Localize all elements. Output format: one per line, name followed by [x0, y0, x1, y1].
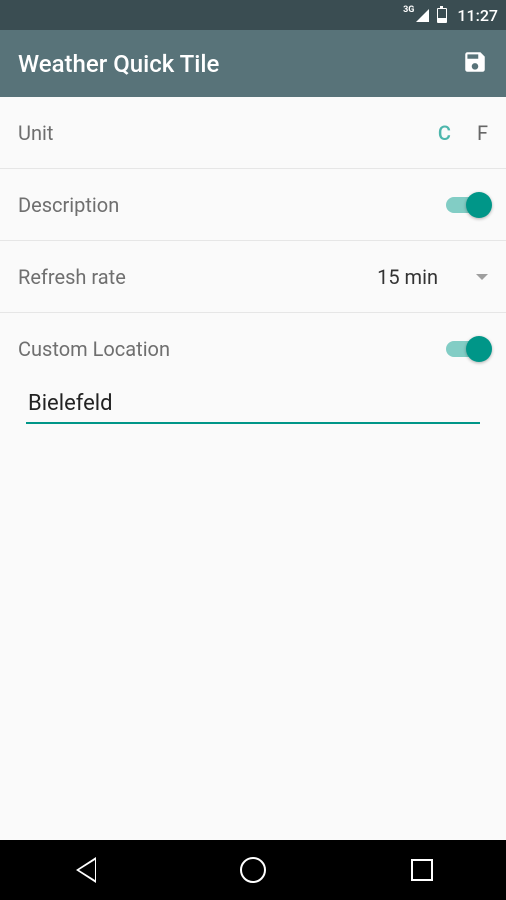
- unit-label: Unit: [18, 121, 53, 145]
- page-title: Weather Quick Tile: [18, 50, 219, 78]
- status-bar: 3G 11:27: [0, 0, 506, 30]
- custom-location-label: Custom Location: [18, 337, 170, 361]
- location-input-wrapper: [0, 385, 506, 432]
- save-button[interactable]: [462, 49, 488, 79]
- description-toggle[interactable]: [446, 197, 488, 213]
- clock: 11:27: [457, 6, 498, 25]
- network-status: 3G: [403, 5, 414, 15]
- refresh-label: Refresh rate: [18, 265, 126, 289]
- custom-location-row: Custom Location: [0, 313, 506, 385]
- unit-fahrenheit-button[interactable]: F: [477, 121, 488, 145]
- refresh-dropdown[interactable]: 15 min: [377, 265, 488, 289]
- unit-celsius-button[interactable]: C: [438, 121, 451, 145]
- unit-row: Unit C F: [0, 97, 506, 169]
- battery-icon: [437, 8, 447, 23]
- recents-icon: [411, 859, 433, 881]
- refresh-value: 15 min: [377, 265, 438, 289]
- home-button[interactable]: [213, 840, 293, 900]
- navigation-bar: [0, 840, 506, 900]
- unit-options: C F: [438, 121, 488, 145]
- refresh-row: Refresh rate 15 min: [0, 241, 506, 313]
- settings-content: Unit C F Description Refresh rate 15 min…: [0, 97, 506, 432]
- chevron-down-icon: [476, 274, 488, 280]
- home-icon: [240, 857, 266, 883]
- description-row: Description: [0, 169, 506, 241]
- custom-location-toggle[interactable]: [446, 341, 488, 357]
- location-input[interactable]: [26, 385, 480, 424]
- description-label: Description: [18, 193, 119, 217]
- back-icon: [74, 857, 94, 883]
- app-bar: Weather Quick Tile: [0, 30, 506, 97]
- recents-button[interactable]: [382, 840, 462, 900]
- signal-icon: [416, 9, 429, 22]
- back-button[interactable]: [44, 840, 124, 900]
